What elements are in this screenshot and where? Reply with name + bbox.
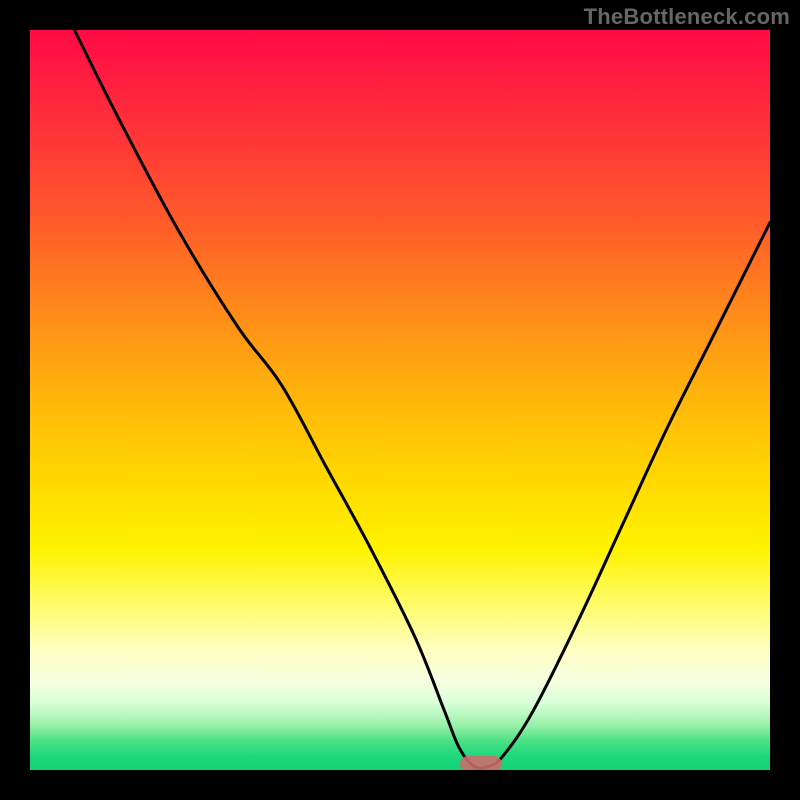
watermark-text: TheBottleneck.com xyxy=(584,4,790,30)
plot-area xyxy=(30,30,770,770)
optimal-marker xyxy=(460,756,502,770)
chart-frame: TheBottleneck.com xyxy=(0,0,800,800)
bottleneck-curve xyxy=(30,30,770,770)
